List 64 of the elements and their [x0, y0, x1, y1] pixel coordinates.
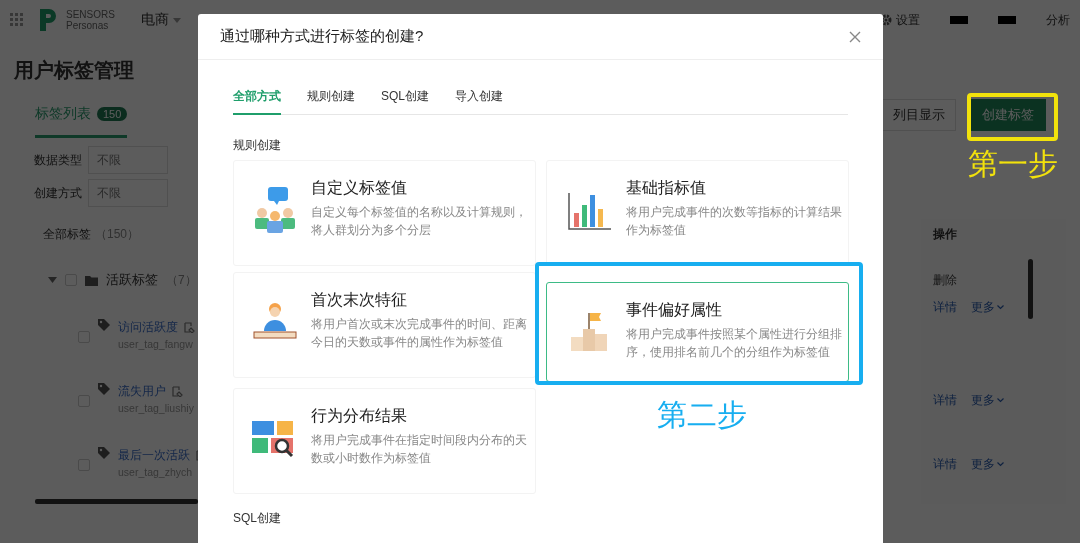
- folder-icon: [85, 274, 98, 286]
- card-title: 基础指标值: [626, 178, 707, 198]
- group-name[interactable]: 活跃标签: [106, 271, 158, 289]
- option-card[interactable]: 行为分布结果 将用户完成事件在指定时间段内分布的天数或小时数作为标签值: [233, 388, 536, 494]
- page-title: 用户标签管理: [14, 58, 135, 83]
- project-selector[interactable]: 电商: [140, 11, 181, 29]
- tab[interactable]: 标签列表 150: [35, 92, 128, 138]
- apps-grid-icon[interactable]: [10, 13, 24, 27]
- card-title: 行为分布结果: [311, 406, 408, 426]
- logo-icon: [38, 9, 56, 31]
- tag-icon: [98, 319, 110, 331]
- tab[interactable]: 全部方式: [233, 80, 281, 115]
- section-title: 规则创建: [233, 137, 282, 154]
- card-description: 自定义每个标签值的名称以及计算规则，将人群划分为多个分层: [311, 204, 528, 239]
- redacted-block: [950, 16, 968, 24]
- scrollbar[interactable]: [1028, 259, 1033, 319]
- option-card[interactable]: 首次末次特征 将用户首次或末次完成事件的时间、距离今日的天数或事件的属性作为标签值: [233, 272, 536, 378]
- column-header: 操作: [933, 225, 957, 243]
- count-badge: 150: [97, 106, 128, 121]
- action-link[interactable]: 详情: [933, 455, 957, 473]
- caret-icon[interactable]: [48, 277, 57, 283]
- card-title: 自定义标签值: [311, 178, 408, 198]
- chevron-icon: [997, 304, 1004, 310]
- tab[interactable]: 规则创建: [307, 80, 355, 115]
- tag-name-link[interactable]: 流失用户: [118, 383, 166, 400]
- card-title: 事件偏好属性: [626, 300, 723, 320]
- column-header: 全部标签: [43, 225, 91, 243]
- action-link[interactable]: 更多: [971, 298, 1004, 316]
- action-link[interactable]: 详情: [933, 391, 957, 409]
- card-description: 将用户完成事件的次数等指标的计算结果作为标签值: [626, 204, 843, 239]
- chevron-icon: [997, 461, 1004, 467]
- step-label: 第二步: [657, 398, 747, 432]
- filter-label: 创建方式: [34, 184, 82, 202]
- card-description: 将用户完成事件按照某个属性进行分组排序，使用排名前几个的分组作为标签值: [626, 326, 843, 361]
- scrollbar[interactable]: [35, 499, 198, 504]
- tab[interactable]: 导入创建: [455, 80, 503, 115]
- caret-icon: [172, 17, 181, 23]
- settings-icon: [880, 14, 892, 26]
- option-card[interactable]: 自定义标签值 自定义每个标签值的名称以及计算规则，将人群划分为多个分层: [233, 160, 536, 266]
- redacted-block: [998, 16, 1016, 24]
- card-description: 将用户首次或末次完成事件的时间、距离今日的天数或事件的属性作为标签值: [311, 316, 528, 351]
- create-button[interactable]: 创建标签: [970, 99, 1046, 131]
- action-link[interactable]: 更多: [971, 391, 1004, 409]
- tab[interactable]: SQL创建: [381, 80, 429, 115]
- action-link[interactable]: 详情: [933, 298, 957, 316]
- close-icon[interactable]: [849, 30, 861, 43]
- chevron-icon: [997, 397, 1004, 403]
- step-label: 第一步: [968, 147, 1058, 181]
- section-title: SQL创建: [233, 510, 282, 527]
- option-card[interactable]: 事件偏好属性 将用户完成事件按照某个属性进行分组排序，使用排名前几个的分组作为标签值: [546, 282, 849, 382]
- card-title: 首次末次特征: [311, 290, 408, 310]
- action-link[interactable]: 更多: [971, 455, 1004, 473]
- people-icon: [252, 187, 298, 233]
- edit-icon[interactable]: [184, 322, 195, 333]
- user-name[interactable]: 分析: [1046, 11, 1070, 29]
- tag-name-link[interactable]: 访问活跃度: [118, 319, 178, 336]
- dialog-title: 通过哪种方式进行标签的创建?: [220, 27, 424, 46]
- filter-label: 数据类型: [34, 151, 82, 169]
- card-description: 将用户完成事件在指定时间段内分布的天数或小时数作为标签值: [311, 432, 528, 467]
- edit-icon[interactable]: [172, 386, 183, 397]
- columns-button[interactable]: 列目显示: [882, 99, 956, 131]
- tag-icon: [98, 447, 110, 459]
- settings-button[interactable]: 设置: [880, 11, 920, 29]
- tag-icon: [98, 383, 110, 395]
